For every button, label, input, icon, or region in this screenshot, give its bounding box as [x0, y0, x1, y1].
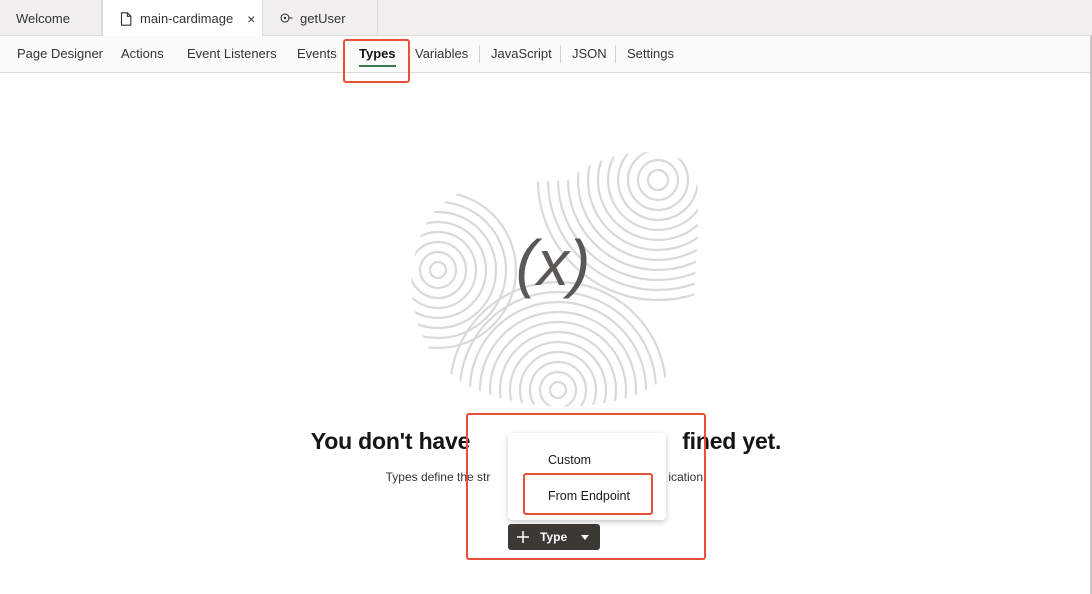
tab-javascript[interactable]: JavaScript — [491, 36, 552, 72]
tab-variables[interactable]: Variables — [415, 36, 468, 72]
tab-types[interactable]: Types — [359, 36, 396, 72]
menu-item-from-endpoint[interactable]: From Endpoint — [548, 489, 630, 503]
tab-label: getUser — [300, 10, 346, 26]
chevron-down-icon[interactable] — [581, 534, 590, 540]
close-icon[interactable]: × — [247, 11, 255, 27]
illustration-text: (x) — [516, 227, 591, 299]
plus-icon — [516, 530, 530, 544]
tab-divider — [615, 45, 616, 63]
empty-desc-right: ication. — [668, 470, 707, 484]
add-type-label: Type — [540, 530, 568, 544]
tab-json[interactable]: JSON — [572, 36, 607, 72]
service-connection-icon — [279, 11, 293, 25]
page-icon — [119, 11, 133, 26]
tab-getuser[interactable]: getUser — [263, 0, 378, 36]
variable-illustration: (x) — [411, 152, 698, 407]
tab-main-cardimage[interactable]: main-cardimage × — [102, 0, 263, 37]
tab-events[interactable]: Events — [297, 36, 337, 72]
tab-welcome[interactable]: Welcome — [0, 0, 102, 36]
empty-title-left: You don't have — [310, 428, 471, 454]
menu-item-custom[interactable]: Custom — [548, 453, 591, 467]
tab-divider — [560, 45, 561, 63]
tab-label: main-cardimage — [140, 11, 234, 26]
tab-page-designer[interactable]: Page Designer — [17, 36, 103, 72]
editor-tab-bar: Page Designer Actions Event Listeners Ev… — [0, 36, 1092, 73]
empty-desc-left: Types define the str — [385, 470, 491, 484]
tab-label: Welcome — [16, 10, 70, 26]
tab-settings[interactable]: Settings — [627, 36, 674, 72]
empty-title-right: fined yet. — [682, 428, 782, 454]
tab-divider — [479, 45, 480, 63]
type-dropdown-menu: Custom From Endpoint — [508, 433, 666, 520]
file-tab-bar: Welcome main-cardimage × getUser — [0, 0, 1092, 37]
tab-event-listeners[interactable]: Event Listeners — [187, 36, 277, 72]
add-type-button[interactable]: Type — [508, 524, 600, 550]
tab-actions[interactable]: Actions — [121, 36, 164, 72]
